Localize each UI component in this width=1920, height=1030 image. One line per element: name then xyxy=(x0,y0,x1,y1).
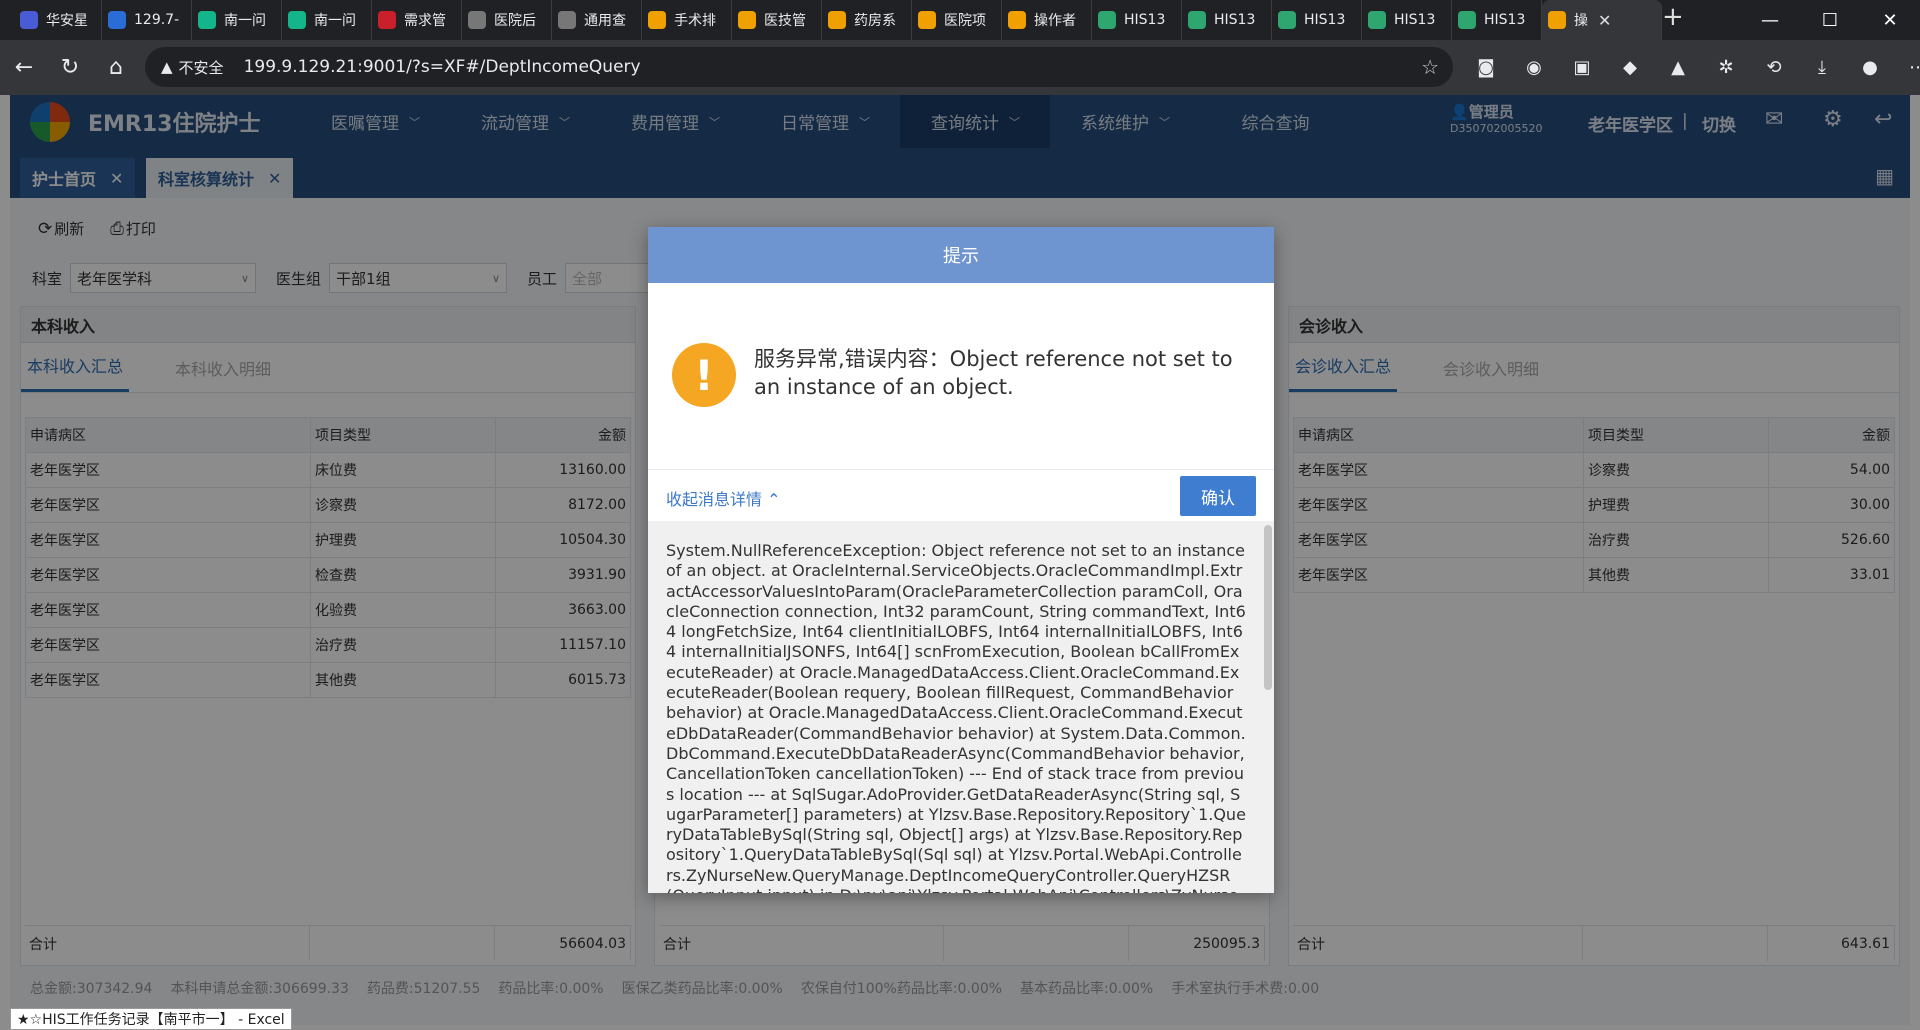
extension-icon[interactable]: ◉ xyxy=(1510,57,1558,78)
reload-icon[interactable]: ↻ xyxy=(48,45,92,89)
tab-label: HIS13 xyxy=(1214,12,1256,28)
tab-label: 医院后 xyxy=(494,13,536,29)
insecure-label: 不安全 xyxy=(178,58,224,77)
favicon-icon xyxy=(288,11,306,29)
favicon-icon xyxy=(918,11,936,29)
browser-tab[interactable]: 手术排 xyxy=(642,0,732,40)
tab-label: 药房系 xyxy=(854,13,896,29)
tab-label: 医院项 xyxy=(944,13,986,29)
browser-tab[interactable]: HIS13 xyxy=(1272,0,1362,40)
tab-label: 通用查 xyxy=(584,13,626,29)
bookmark-star-icon[interactable]: ☆ xyxy=(1421,55,1439,79)
browser-tab[interactable]: 药房系 xyxy=(822,0,912,40)
taskbar-item[interactable]: ★☆HIS工作任务记录【南平市一】 - Excel xyxy=(10,1008,292,1030)
browser-tab[interactable]: 操 ✕ xyxy=(1542,0,1662,40)
stack-trace: System.NullReferenceException: Object re… xyxy=(666,541,1246,893)
extension-icon[interactable]: ◆ xyxy=(1606,57,1654,78)
browser-tab[interactable]: 华安星 xyxy=(14,0,102,40)
tab-label: 129.7- xyxy=(134,12,180,28)
browser-tab[interactable]: HIS13 xyxy=(1362,0,1452,40)
favicon-icon xyxy=(108,11,126,29)
favicon-icon xyxy=(1458,11,1476,29)
tab-label: 需求管 xyxy=(404,13,446,29)
extensions-area: ◙ ◉ ▣ ◆ ▲ ✲ ⟲ ⤓ ● ⋯ xyxy=(1462,40,1920,95)
url-input[interactable]: ▲ 不安全 199.9.129.21:9001/?s=XF#/DeptIncom… xyxy=(145,47,1453,87)
tab-label: HIS13 xyxy=(1394,12,1436,28)
chevron-up-icon: ⌃ xyxy=(767,490,781,509)
tab-label: 操 xyxy=(1574,13,1588,29)
maximize-icon[interactable]: ☐ xyxy=(1800,0,1860,40)
dialog-title: 提示 xyxy=(648,227,1274,283)
warning-icon: ▲ xyxy=(161,58,173,76)
error-message: 服务异常,错误内容：Object reference not set to an… xyxy=(754,347,1233,399)
favicon-icon xyxy=(1098,11,1116,29)
download-icon[interactable]: ⤓ xyxy=(1798,57,1846,78)
error-detail[interactable]: System.NullReferenceException: Object re… xyxy=(648,521,1274,893)
favicon-icon xyxy=(378,11,396,29)
dialog-body: ! 服务异常,错误内容：Object reference not set to … xyxy=(648,283,1274,473)
tab-label: HIS13 xyxy=(1124,12,1166,28)
extension-icon[interactable]: ▲ xyxy=(1654,57,1702,78)
favicon-icon xyxy=(1188,11,1206,29)
history-icon[interactable]: ⟲ xyxy=(1750,57,1798,78)
tab-label: HIS13 xyxy=(1484,12,1526,28)
profile-avatar[interactable]: ● xyxy=(1846,57,1894,78)
back-icon[interactable]: ← xyxy=(2,45,46,89)
browser-tab[interactable]: 南一问 xyxy=(192,0,282,40)
close-icon[interactable]: ✕ xyxy=(1598,11,1611,30)
browser-tab[interactable]: 129.7- xyxy=(102,0,192,40)
tab-label: HIS13 xyxy=(1304,12,1346,28)
browser-tab[interactable]: 需求管 xyxy=(372,0,462,40)
tab-label: 南一问 xyxy=(314,13,356,29)
browser-tab[interactable]: 医院后 xyxy=(462,0,552,40)
collapse-details-link[interactable]: 收起消息详情 ⌃ xyxy=(666,486,781,510)
url-text: 199.9.129.21:9001/?s=XF#/DeptIncomeQuery xyxy=(243,57,641,77)
window-controls: — ☐ ✕ xyxy=(1740,0,1920,40)
favicon-icon xyxy=(558,11,576,29)
tab-label: 华安星 xyxy=(46,13,88,29)
browser-tab[interactable]: 通用查 xyxy=(552,0,642,40)
error-dialog: 提示 ! 服务异常,错误内容：Object reference not set … xyxy=(648,227,1274,893)
browser-tab[interactable]: 南一问 xyxy=(282,0,372,40)
minimize-icon[interactable]: — xyxy=(1740,0,1800,40)
address-bar-row: ← ↻ ⌂ ▲ 不安全 199.9.129.21:9001/?s=XF#/Dep… xyxy=(0,40,1920,95)
favicon-icon xyxy=(1008,11,1026,29)
favicon-icon xyxy=(648,11,666,29)
favicon-icon xyxy=(1278,11,1296,29)
puzzle-icon[interactable]: ✲ xyxy=(1702,57,1750,78)
favicon-icon xyxy=(738,11,756,29)
browser-tab[interactable]: HIS13 xyxy=(1092,0,1182,40)
tab-label: 操作者 xyxy=(1034,13,1076,29)
collapse-label: 收起消息详情 xyxy=(666,490,763,509)
favicon-icon xyxy=(1368,11,1386,29)
confirm-button[interactable]: 确认 xyxy=(1180,476,1256,516)
favicon-icon xyxy=(828,11,846,29)
more-menu-icon[interactable]: ⋯ xyxy=(1894,57,1920,78)
tab-label: 手术排 xyxy=(674,13,716,29)
browser-tab[interactable]: 医技管 xyxy=(732,0,822,40)
favicon-icon xyxy=(468,11,486,29)
favicon-icon xyxy=(198,11,216,29)
home-icon[interactable]: ⌂ xyxy=(94,45,138,89)
favicon-icon xyxy=(20,11,38,29)
extension-icon[interactable]: ▣ xyxy=(1558,57,1606,78)
browser-tabstrip: + — ☐ ✕ 华安星 129.7- 南一问 南一问 需求管 医院后 通用查 手术排 医技管 药房… xyxy=(0,0,1920,40)
browser-tab[interactable]: 操作者 xyxy=(1002,0,1092,40)
browser-tab[interactable]: 医院项 xyxy=(912,0,1002,40)
favicon-icon xyxy=(1548,11,1566,29)
scrollbar[interactable] xyxy=(1264,525,1272,690)
close-window-icon[interactable]: ✕ xyxy=(1860,0,1920,40)
browser-tab[interactable]: HIS13 xyxy=(1182,0,1272,40)
tab-label: 南一问 xyxy=(224,13,266,29)
dialog-footer: 收起消息详情 ⌃ 确认 xyxy=(648,469,1274,521)
tab-label: 医技管 xyxy=(764,13,806,29)
warning-icon: ! xyxy=(672,343,736,407)
browser-tab[interactable]: HIS13 xyxy=(1452,0,1542,40)
extension-icon[interactable]: ◙ xyxy=(1462,57,1510,78)
